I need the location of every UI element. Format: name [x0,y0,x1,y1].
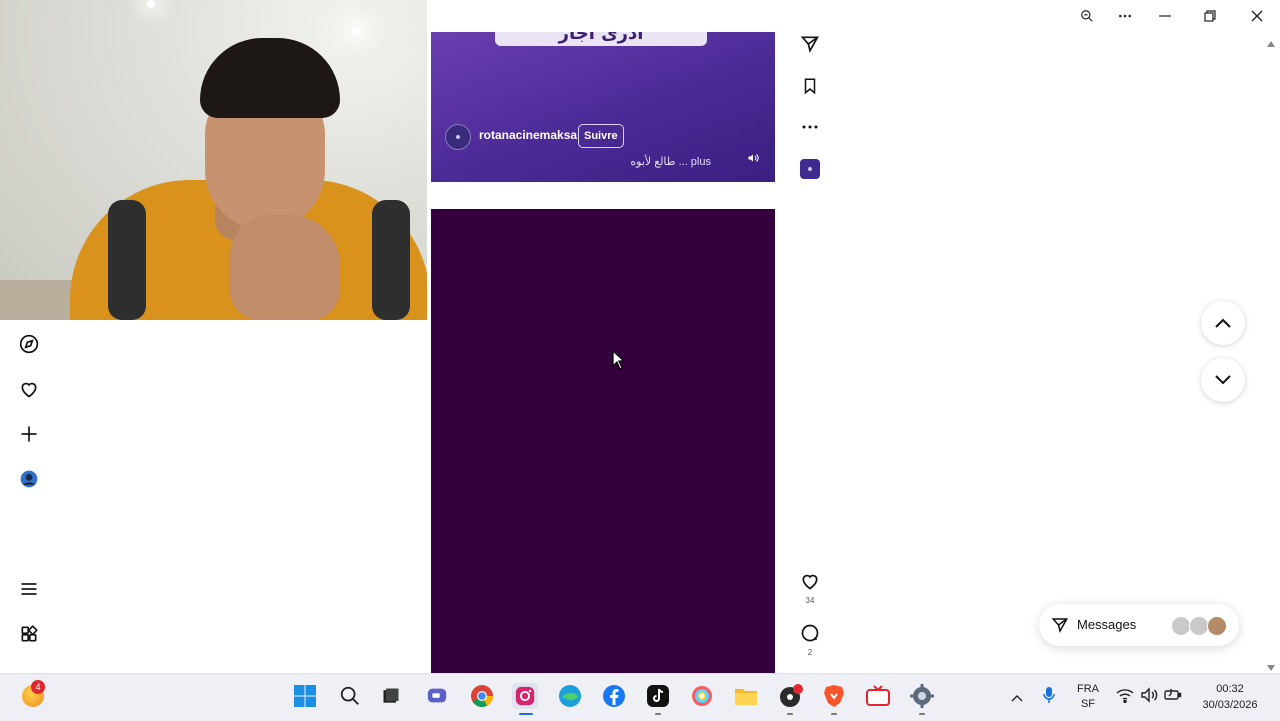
minimize-icon[interactable] [1154,6,1176,26]
messages-label: Messages [1077,617,1137,632]
photos-icon[interactable] [689,683,715,709]
edge-icon[interactable] [557,683,583,709]
post-caption[interactable]: طالع لأبوه ... plus [630,155,711,168]
clock-date: 30/03/2026 [1202,699,1258,711]
show-hidden-icons-chevron-icon[interactable] [1011,689,1023,707]
more-options-icon[interactable] [799,116,821,138]
brave-browser-icon[interactable] [821,683,847,709]
task-view-icon[interactable] [378,683,404,709]
microphone-icon[interactable] [1043,686,1055,709]
next-reel-button[interactable] [1201,358,1245,402]
previous-reel-button[interactable] [1201,301,1245,345]
webcam-overlay [0,0,427,320]
close-icon[interactable] [1246,6,1268,26]
scroll-up-arrow-icon[interactable] [1266,35,1276,53]
notifications-heart-icon[interactable] [18,378,40,400]
facebook-icon[interactable] [601,683,627,709]
like-count: 34 [805,596,815,605]
tiktok-icon[interactable] [645,683,671,709]
search-icon[interactable] [337,683,363,709]
recording-app-icon[interactable] [778,683,804,709]
zoom-icon[interactable] [1076,6,1098,26]
settings-gear-icon[interactable] [909,683,935,709]
mouse-cursor-icon [612,349,626,375]
volume-icon[interactable] [1140,687,1158,708]
active-app-indicator [519,713,533,715]
restore-icon[interactable] [1199,6,1221,26]
wifi-icon[interactable] [1116,687,1134,708]
running-app-indicator [919,713,925,715]
reel-post-1[interactable]: أدرى أجار rotanacinemaksa Suivre طالع لأ… [431,32,775,182]
battery-icon[interactable] [1164,688,1182,707]
comment-count: 2 [807,648,813,657]
start-menu-icon[interactable] [292,683,318,709]
reel-post-2[interactable] [431,209,775,673]
banner-text: أدرى أجار [558,32,644,44]
audio-thumbnail[interactable] [799,158,821,180]
menu-hamburger-icon[interactable] [18,578,40,600]
running-app-indicator [787,713,793,715]
tv-app-icon[interactable] [865,683,891,709]
profile-avatar[interactable] [18,468,40,490]
language-code: FRA [1077,683,1099,695]
running-app-indicator [831,713,837,715]
like-heart-icon[interactable] [799,570,821,592]
running-app-indicator [655,713,661,715]
post-username[interactable]: rotanacinemaksa [479,128,577,142]
sound-icon[interactable] [747,152,759,167]
save-bookmark-icon[interactable] [799,75,821,97]
clock-time: 00:32 [1216,683,1244,695]
clock[interactable]: 00:32 30/03/2026 [1194,681,1266,713]
explore-icon[interactable] [18,333,40,355]
share-send-icon[interactable] [799,33,821,55]
comment-icon[interactable] [799,622,821,644]
file-explorer-icon[interactable] [733,683,759,709]
contact-avatar [1189,616,1209,636]
instagram-icon[interactable] [512,683,538,709]
follow-button[interactable]: Suivre [578,124,624,148]
more-menu-icon[interactable] [1114,6,1136,26]
more-apps-icon[interactable] [18,623,40,645]
channel-avatar[interactable] [445,124,471,150]
teams-chat-icon[interactable] [424,683,450,709]
messages-button[interactable]: Messages [1039,604,1239,646]
notification-badge: 4 [31,680,45,694]
video-title-banner: أدرى أجار [495,32,707,46]
create-plus-icon[interactable] [18,423,40,445]
chrome-icon[interactable] [469,683,495,709]
contact-avatar [1171,616,1191,636]
keyboard-layout: SF [1080,698,1096,710]
input-language-indicator[interactable]: FRA SF [1070,682,1106,712]
contact-avatar [1207,616,1227,636]
messages-send-icon [1051,616,1069,639]
